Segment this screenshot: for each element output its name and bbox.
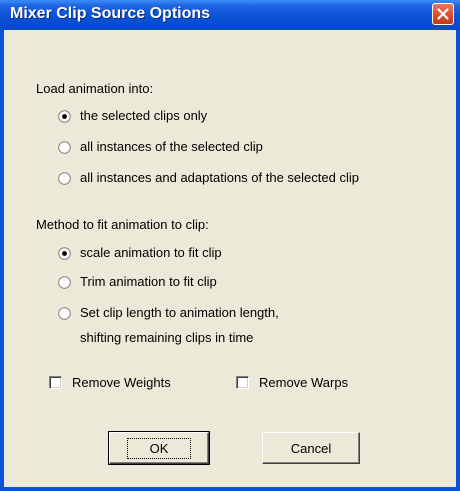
ok-button[interactable]: OK	[108, 431, 210, 465]
dialog-title: Mixer Clip Source Options	[10, 5, 211, 22]
load-group-label: Load animation into:	[36, 81, 154, 96]
option-instances-adaptations: all instances and adaptations of the sel…	[80, 170, 359, 185]
close-button[interactable]	[432, 3, 454, 25]
option-scale-animation: scale animation to fit clip	[80, 245, 222, 260]
remove-warps-checkbox[interactable]	[236, 376, 249, 389]
option-all-instances: all instances of the selected clip	[80, 139, 263, 154]
radio-trim-animation[interactable]	[58, 276, 71, 289]
close-icon	[437, 8, 449, 20]
dialog-body: Load animation into: the selected clips …	[4, 30, 456, 487]
radio-set-clip-length[interactable]	[58, 307, 71, 320]
radio-instances-adaptations[interactable]	[58, 172, 71, 185]
option-set-clip-length-line2: shifting remaining clips in time	[80, 330, 254, 345]
option-trim-animation: Trim animation to fit clip	[80, 274, 217, 289]
remove-warps-label: Remove Warps	[259, 375, 349, 390]
title-bar[interactable]: Mixer Clip Source Options	[0, 0, 460, 30]
cancel-button[interactable]: Cancel	[262, 432, 360, 464]
option-selected-clips: the selected clips only	[80, 108, 208, 123]
radio-scale-animation[interactable]	[58, 247, 71, 260]
dialog-window: Mixer Clip Source Options Load animation…	[0, 0, 460, 491]
cancel-button-label: Cancel	[290, 440, 332, 456]
ok-button-label: OK	[126, 437, 192, 459]
remove-weights-label: Remove Weights	[72, 375, 171, 390]
radio-selected-clips[interactable]	[58, 110, 71, 123]
method-group-label: Method to fit animation to clip:	[36, 217, 209, 232]
remove-weights-checkbox[interactable]	[49, 376, 62, 389]
radio-all-instances[interactable]	[58, 141, 71, 154]
option-set-clip-length: Set clip length to animation length,	[80, 305, 279, 320]
